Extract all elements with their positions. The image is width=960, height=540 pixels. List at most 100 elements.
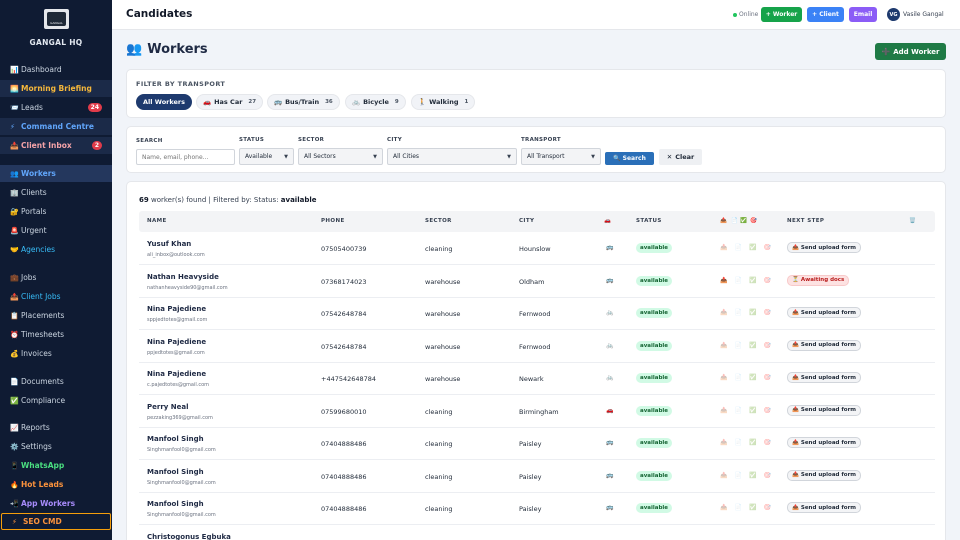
sidebar-item-clients[interactable]: 🏢 Clients — [0, 184, 112, 201]
table-row[interactable]: Manfool Singh Singhmanfool0@gmail.com 0740… — [139, 428, 935, 460]
status-badge: available — [636, 405, 673, 416]
table-row[interactable]: Manfool Singh Singhmanfool0@gmail.com 0740… — [139, 493, 935, 525]
doc-status-icons: 📤 📄 ✅ 🎯 — [720, 439, 771, 446]
transport-select[interactable]: All Transport ▼ — [521, 148, 601, 165]
add-worker-button[interactable]: ➕ Add Worker — [875, 43, 946, 60]
sidebar-item-whatsapp[interactable]: 📱 WhatsApp — [0, 457, 112, 474]
transport-pill-car[interactable]: 🚗 Has Car 27 — [196, 94, 264, 110]
worker-phone: 07542648784 — [321, 310, 367, 318]
table-row[interactable]: Christogonus Egbuka — [139, 526, 935, 540]
search-input[interactable] — [136, 149, 235, 165]
status-select[interactable]: Available ▼ — [239, 148, 294, 165]
worker-name[interactable]: Nina Pajediene — [147, 370, 206, 378]
upload-icon: 📤 — [792, 374, 799, 381]
header-status[interactable]: STATUS — [636, 218, 662, 224]
users-icon: 👥 — [126, 42, 143, 57]
send-upload-form-button[interactable]: 📤 Send upload form — [787, 502, 862, 513]
sidebar-item-workers[interactable]: 👥 Workers — [0, 165, 112, 182]
sidebar-item-client-jobs[interactable]: 📤 Client Jobs — [0, 288, 112, 305]
sidebar-item-urgent[interactable]: 🚨 Urgent — [0, 222, 112, 239]
worker-name[interactable]: Yusuf Khan — [147, 240, 191, 248]
send-upload-form-button[interactable]: 📤 Send upload form — [787, 437, 862, 448]
email-button[interactable]: Email — [849, 7, 877, 22]
sidebar-item-label: Workers — [21, 169, 56, 178]
header-sector[interactable]: SECTOR — [425, 218, 452, 224]
worker-name[interactable]: Nina Pajediene — [147, 338, 206, 346]
sidebar-item-app-workers[interactable]: 📲 App Workers — [0, 495, 112, 512]
sector-select[interactable]: All Sectors ▼ — [298, 148, 383, 165]
send-upload-form-button[interactable]: 📤 Send upload form — [787, 404, 862, 416]
user-name[interactable]: Vasile Gangal — [903, 11, 944, 18]
add-worker-quick-button[interactable]: + Worker — [761, 7, 802, 22]
search-label: SEARCH — [136, 138, 163, 144]
target-icon: 🎯 — [763, 439, 771, 446]
transport-pill-walking[interactable]: 🚶 Walking 1 — [411, 94, 476, 110]
worker-name[interactable]: Nathan Heavyside — [147, 273, 219, 281]
send-upload-form-button[interactable]: 📤 Send upload form — [787, 242, 862, 253]
sidebar-item-hot-leads[interactable]: 🔥 Hot Leads — [0, 476, 112, 493]
sidebar-item-seo-cmd[interactable]: ⚡ SEO CMD — [1, 513, 111, 530]
sidebar-item-reports[interactable]: 📈 Reports — [0, 419, 112, 436]
header-name[interactable]: NAME — [147, 218, 167, 224]
transport-pill-all[interactable]: All Workers — [136, 94, 192, 110]
upload-icon: 📤 — [720, 374, 728, 381]
online-status: Online — [733, 11, 758, 18]
send-upload-form-button[interactable]: 📤 Send upload form — [787, 307, 862, 318]
worker-name[interactable]: Perry Neal — [147, 403, 189, 411]
company-logo[interactable]: GANGAL — [44, 9, 69, 29]
sidebar-item-morning-briefing[interactable]: 🌅 Morning Briefing — [0, 80, 112, 97]
sidebar-item-client-inbox[interactable]: 📥 Client Inbox 2 — [0, 137, 112, 154]
sidebar-item-invoices[interactable]: 💰 Invoices — [0, 345, 112, 362]
table-row[interactable]: Nina Pajediene c.pajedtotes@gmail.com +447… — [139, 363, 935, 395]
transport-pill-bus[interactable]: 🚌 Bus/Train 36 — [267, 94, 340, 110]
table-row[interactable]: Yusuf Khan ali_inbox@outlook.com 075054007… — [139, 233, 935, 265]
document-icon: 📄 — [734, 471, 742, 479]
sidebar-item-command-centre[interactable]: ⚡ Command Centre — [0, 118, 112, 135]
table-row[interactable]: Manfool Singh Singhmanfool0@gmail.com 0740… — [139, 461, 935, 493]
table-row[interactable]: Nathan Heavyside nathanheavyside90@gmail.… — [139, 266, 935, 298]
upload-icon: 📤 — [792, 342, 799, 348]
send-upload-form-button[interactable]: 📤 Send upload form — [787, 469, 862, 481]
worker-name[interactable]: Manfool Singh — [147, 500, 204, 508]
send-upload-form-button[interactable]: 📤 Send upload form — [787, 372, 862, 383]
clear-button[interactable]: ✕ Clear — [659, 149, 702, 165]
upload-icon: 📤 — [720, 309, 728, 316]
doc-status-icons: 📤 📄 ✅ 🎯 — [720, 504, 771, 511]
worker-name[interactable]: Manfool Singh — [147, 435, 204, 443]
sidebar-item-leads[interactable]: 📨 Leads 24 — [0, 99, 112, 116]
worker-name[interactable]: Manfool Singh — [147, 468, 204, 476]
search-button[interactable]: 🔍 Search — [605, 152, 654, 165]
sidebar-item-timesheets[interactable]: ⏰ Timesheets — [0, 326, 112, 343]
money-bag-icon: 💰 — [10, 349, 19, 358]
city-label: CITY — [387, 137, 403, 143]
bicycle-icon: 🚲 — [606, 341, 614, 349]
document-icon: 📄 — [734, 276, 742, 284]
avatar[interactable]: VG — [887, 8, 900, 21]
sidebar-item-placements[interactable]: 📋 Placements — [0, 307, 112, 324]
worker-phone: 07505400739 — [321, 245, 367, 253]
header-phone[interactable]: PHONE — [321, 218, 345, 224]
doc-status-icons: 📤 📄 ✅ 🎯 — [720, 309, 771, 316]
header-city[interactable]: CITY — [519, 218, 534, 224]
worker-phone: 07404888486 — [321, 472, 367, 481]
worker-name[interactable]: Christogonus Egbuka — [147, 533, 231, 540]
table-row[interactable]: Nina Pajediene sppjedtotes@gmail.com 07542… — [139, 298, 935, 330]
transport-pill-bicycle[interactable]: 🚲 Bicycle 9 — [345, 94, 406, 110]
sidebar-item-settings[interactable]: ⚙️ Settings — [0, 438, 112, 455]
sidebar-item-dashboard[interactable]: 📊 Dashboard — [0, 61, 112, 78]
sidebar-item-portals[interactable]: 🔐 Portals — [0, 203, 112, 220]
page-title: Candidates — [126, 8, 193, 20]
worker-city: Newark — [519, 375, 544, 383]
city-select[interactable]: All Cities ▼ — [387, 148, 517, 165]
worker-city: Paisley — [519, 472, 542, 481]
worker-name[interactable]: Nina Pajediene — [147, 305, 206, 313]
sidebar-item-compliance[interactable]: ✅ Compliance — [0, 392, 112, 409]
add-client-quick-button[interactable]: + Client — [807, 7, 844, 22]
worker-city: Hounslow — [519, 245, 551, 253]
table-row[interactable]: Perry Neal pezzaking369@gmail.com 07599680… — [139, 396, 935, 428]
sidebar-item-jobs[interactable]: 💼 Jobs — [0, 269, 112, 286]
sidebar-item-documents[interactable]: 📄 Documents — [0, 373, 112, 390]
table-row[interactable]: Nina Pajediene ppjedtotes@gmail.com 075426… — [139, 331, 935, 363]
sidebar-item-agencies[interactable]: 🤝 Agencies — [0, 241, 112, 258]
send-upload-form-button[interactable]: 📤 Send upload form — [787, 339, 862, 351]
